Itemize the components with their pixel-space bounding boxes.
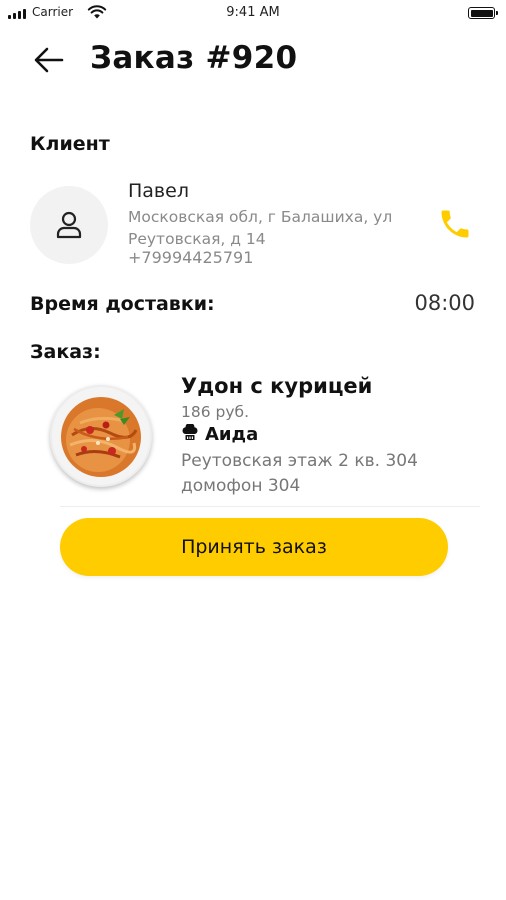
divider xyxy=(60,506,480,507)
restaurant-name-row: Аида xyxy=(181,424,258,445)
page-title: Заказ #920 xyxy=(90,40,298,76)
delivery-time-value: 08:00 xyxy=(414,291,475,315)
dish-image-graphic xyxy=(52,387,150,485)
dish-image xyxy=(50,385,152,487)
user-icon xyxy=(56,211,82,239)
client-name: Павел xyxy=(128,180,189,202)
chef-hat-icon xyxy=(182,424,198,440)
dish-price: 186 руб. xyxy=(181,403,250,421)
arrow-left-icon[interactable] xyxy=(33,46,65,74)
accept-order-button[interactable]: Принять заказ xyxy=(60,518,448,576)
battery-icon xyxy=(468,7,498,19)
restaurant-name: Аида xyxy=(205,424,259,445)
battery-fill xyxy=(470,9,493,17)
avatar xyxy=(30,186,108,264)
phone-icon[interactable] xyxy=(437,206,473,242)
dish-name: Удон с курицей xyxy=(181,374,373,398)
client-address: Московская обл, г Балашиха, ул Реутовска… xyxy=(128,208,393,248)
status-bar: Carrier 9:41 AM xyxy=(0,0,506,26)
delivery-time-label: Время доставки: xyxy=(30,293,215,315)
order-section-label: Заказ: xyxy=(30,341,101,363)
client-section-label: Клиент xyxy=(30,133,110,155)
dish-delivery-address: Реутовская этаж 2 кв. 304 домофон 304 xyxy=(181,451,418,496)
client-phone[interactable]: +79994425791 xyxy=(128,248,253,267)
status-time: 9:41 AM xyxy=(226,5,280,20)
